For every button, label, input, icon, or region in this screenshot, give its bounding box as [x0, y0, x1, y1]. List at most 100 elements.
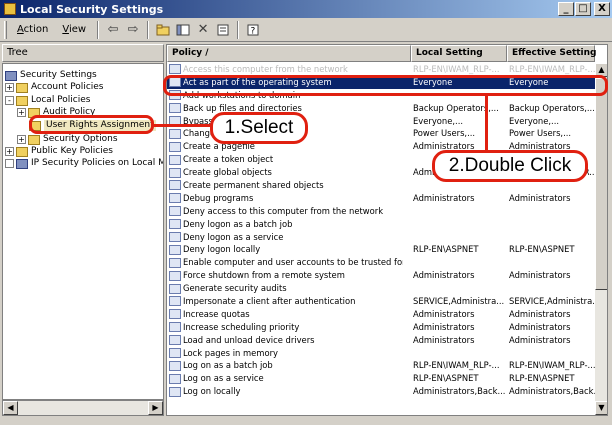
toolbar-separator	[147, 20, 150, 39]
menu-view[interactable]: View	[55, 24, 93, 35]
tree-node-public-key-policies[interactable]: + Public Key Policies	[5, 146, 113, 157]
tree-node-label: Local Policies	[31, 95, 91, 105]
policy-icon	[169, 167, 181, 178]
expand-plus-icon[interactable]: +	[5, 83, 14, 92]
table-row[interactable]: Increase scheduling priority Administrato…	[167, 321, 595, 334]
local-setting-cell: RLP-EN\IWAM_RLP-...	[413, 64, 500, 74]
expand-plus-icon[interactable]: +	[5, 147, 14, 156]
local-setting-cell: Administrators,Back...	[413, 386, 505, 397]
tree-node-label: Security Options	[43, 134, 118, 144]
local-setting-cell: Administrators	[413, 270, 475, 281]
column-header-label: Policy	[172, 48, 203, 58]
policy-name: Create a token object	[183, 154, 274, 165]
table-row[interactable]: Debug programs Administrators Administrato…	[167, 192, 595, 205]
table-row[interactable]: Impersonate a client after authenticatio…	[167, 295, 597, 308]
expand-plus-icon[interactable]	[5, 159, 14, 168]
annotation-step2: 2.Double Click	[432, 150, 588, 182]
tree-node-security-options[interactable]: + Security Options	[17, 134, 118, 145]
properties-icon[interactable]	[213, 21, 233, 39]
table-row[interactable]: Deny logon as a batch job	[167, 218, 595, 231]
table-row[interactable]: Increase quotas Administrators Administrat…	[167, 308, 595, 321]
policy-icon	[169, 128, 181, 139]
menu-view-label: iew	[68, 24, 87, 35]
table-row[interactable]: Deny logon as a service	[167, 231, 595, 244]
annotation-leader-line	[485, 95, 488, 153]
menu-view-hotkey: V	[62, 24, 69, 35]
table-row[interactable]: Force shutdown from a remote system Admin…	[167, 269, 595, 282]
policy-icon	[169, 232, 181, 243]
svg-text:?: ?	[251, 26, 256, 36]
expand-plus-icon[interactable]: +	[17, 135, 26, 144]
policy-cell: Increase scheduling priority	[169, 321, 403, 334]
tree-node-local-policies[interactable]: - Local Policies	[5, 95, 90, 106]
table-row[interactable]: Deny logon locally RLP-EN\ASPNET RLP-EN\AS…	[167, 243, 595, 256]
expand-plus-icon[interactable]: +	[17, 108, 26, 117]
effective-setting-cell: RLP-EN\ASPNET	[509, 244, 575, 255]
help-icon[interactable]: ?	[243, 21, 263, 39]
policy-name: Impersonate a client after authenticatio…	[183, 296, 356, 307]
folder-open-icon	[16, 95, 28, 106]
tree-header[interactable]: Tree	[2, 44, 164, 62]
local-setting-cell: RLP-EN\IWAM_RLP-...	[413, 360, 500, 371]
forward-arrow-icon[interactable]: ⇨	[123, 21, 143, 39]
policy-cell: Lock pages in memory	[169, 347, 403, 360]
scroll-thumb[interactable]	[595, 78, 607, 290]
scroll-left-icon[interactable]: ◀	[3, 401, 18, 415]
policy-name: Deny logon as a service	[183, 231, 284, 242]
list-vertical-scrollbar[interactable]: ▲ ▼	[595, 63, 607, 415]
menu-action[interactable]: Action	[10, 24, 55, 35]
table-row[interactable]: Access this computer from the network RLP…	[167, 63, 596, 76]
policy-name: Deny logon locally	[183, 244, 261, 255]
table-row[interactable]: Load and unload device drivers Administra…	[167, 334, 595, 347]
table-row[interactable]: Deny access to this computer from the ne…	[167, 205, 595, 218]
tree-node-label: Security Settings	[20, 70, 97, 80]
column-header-effective-setting[interactable]: Effective Setting	[507, 45, 597, 62]
table-row[interactable]: Log on as a batch job RLP-EN\IWAM_RLP-...…	[167, 359, 596, 372]
policy-cell: Deny logon locally	[169, 243, 403, 256]
table-row[interactable]: Generate security audits	[167, 282, 595, 295]
tree-node-security-settings[interactable]: Security Settings	[5, 70, 97, 81]
up-folder-icon[interactable]	[153, 21, 173, 39]
toolbar-grip[interactable]	[4, 20, 7, 39]
table-row[interactable]: Lock pages in memory	[167, 347, 595, 360]
policy-name: Log on as a service	[183, 373, 264, 384]
tree-node-ip-security-policies[interactable]: IP Security Policies on Local Ma	[5, 158, 163, 169]
policy-name: Log on locally	[183, 386, 241, 397]
close-button[interactable]: X	[594, 2, 610, 16]
show-tree-icon[interactable]	[173, 21, 193, 39]
policy-cell: Debug programs	[169, 192, 403, 205]
table-row[interactable]: Enable computer and user accounts to be …	[167, 256, 595, 269]
table-row[interactable]: Log on as a service RLP-EN\ASPNET RLP-EN\A…	[167, 372, 595, 385]
policy-name: Debug programs	[183, 192, 254, 203]
window-title: Local Security Settings	[20, 2, 164, 16]
effective-setting-cell: Administrators	[509, 334, 571, 345]
maximize-button[interactable]: □	[575, 2, 591, 16]
policy-icon	[169, 103, 181, 114]
table-row[interactable]: Log on locally Administrators,Back... Admi…	[167, 385, 597, 398]
effective-setting-cell: Everyone,...	[509, 115, 560, 126]
title-bar: Local Security Settings _ □ X	[0, 0, 612, 18]
column-header-local-setting[interactable]: Local Setting	[411, 45, 507, 62]
back-arrow-icon[interactable]: ⇦	[103, 21, 123, 39]
scroll-right-icon[interactable]: ▶	[148, 401, 163, 415]
policy-icon	[169, 219, 181, 230]
policy-cell: Increase quotas	[169, 308, 403, 321]
column-header-policy[interactable]: Policy /	[167, 45, 411, 62]
minimize-button[interactable]: _	[558, 2, 574, 16]
policy-icon	[169, 64, 181, 75]
policy-cell: Deny access to this computer from the ne…	[169, 205, 403, 218]
policy-cell: Load and unload device drivers	[169, 334, 403, 347]
policy-icon	[169, 360, 181, 371]
policy-cell: Log on locally	[169, 385, 403, 398]
policy-list: Policy / Local Setting Effective Setting…	[166, 44, 608, 416]
collapse-minus-icon[interactable]: -	[5, 96, 14, 105]
delete-icon[interactable]: ✕	[193, 21, 213, 39]
local-setting-cell: Power Users,...	[413, 128, 476, 139]
policy-cell: Impersonate a client after authenticatio…	[169, 295, 403, 308]
tree-node-account-policies[interactable]: + Account Policies	[5, 82, 104, 93]
scroll-down-icon[interactable]: ▼	[595, 401, 607, 415]
ip-security-icon	[16, 158, 28, 169]
policy-icon	[169, 154, 181, 165]
policy-name: Lock pages in memory	[183, 347, 278, 358]
tree-horizontal-scrollbar[interactable]: ◀ ▶	[2, 400, 164, 416]
